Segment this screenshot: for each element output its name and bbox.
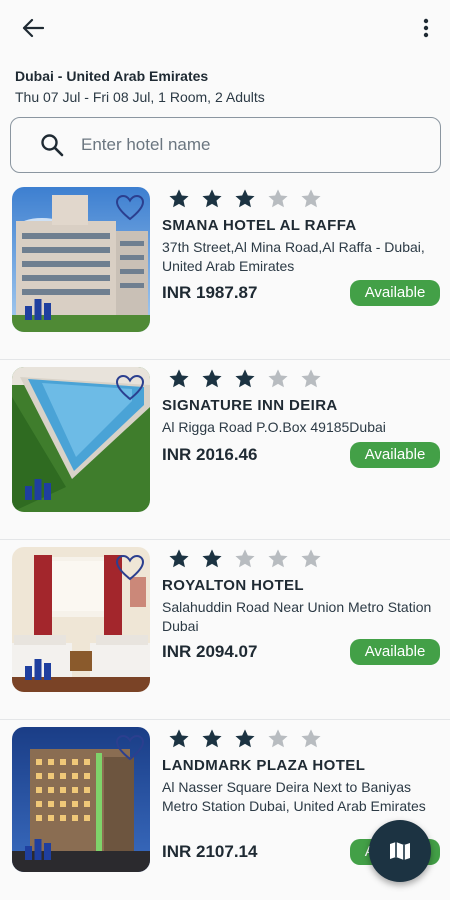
hotel-price: INR 2094.07	[162, 642, 258, 661]
hotel-address: Al Nasser Square Deira Next to Baniyas M…	[162, 779, 426, 814]
star-filled-icon	[169, 369, 189, 388]
star-rating	[168, 728, 333, 750]
bar-chart-icon	[25, 659, 51, 680]
star-rating	[168, 368, 333, 390]
destination-label: Dubai - United Arab Emirates	[15, 68, 209, 84]
hotel-name: SIGNATURE INN DEIRA	[162, 397, 338, 414]
more-options-button[interactable]	[416, 14, 436, 42]
star-filled-icon	[202, 549, 222, 568]
star-filled-icon	[235, 729, 255, 748]
hotel-price: INR 2016.46	[162, 445, 258, 464]
favorite-heart-icon[interactable]	[116, 555, 144, 581]
top-app-bar	[0, 0, 450, 56]
search-summary: Dubai - United Arab Emirates Thu 07 Jul …	[15, 67, 435, 108]
hotel-address: Salahuddin Road Near Union Metro Station…	[162, 599, 432, 634]
hotel-photo[interactable]	[12, 187, 150, 332]
bar-chart-icon	[25, 479, 51, 500]
hotel-price: INR 2107.14	[162, 842, 258, 861]
star-filled-icon	[169, 549, 189, 568]
star-empty-icon	[301, 189, 321, 208]
map-icon	[390, 842, 410, 860]
availability-badge: Available	[350, 639, 440, 665]
availability-badge: Available	[350, 442, 440, 468]
stay-details-label: Thu 07 Jul - Fri 08 Jul, 1 Room, 2 Adult…	[15, 89, 265, 105]
star-filled-icon	[169, 729, 189, 748]
star-filled-icon	[202, 369, 222, 388]
map-view-button[interactable]	[369, 820, 431, 882]
hotel-name-input[interactable]	[81, 135, 401, 155]
star-empty-icon	[268, 369, 288, 388]
hotel-card[interactable]: ROYALTON HOTEL Salahuddin Road Near Unio…	[0, 540, 450, 720]
star-rating	[168, 548, 333, 570]
hotel-search-box[interactable]	[10, 117, 441, 173]
hotel-name: ROYALTON HOTEL	[162, 577, 304, 594]
more-vertical-icon	[423, 18, 429, 38]
hotel-price: INR 1987.87	[162, 283, 258, 302]
favorite-heart-icon[interactable]	[116, 195, 144, 221]
star-filled-icon	[235, 189, 255, 208]
hotel-photo[interactable]	[12, 547, 150, 692]
hotel-photo[interactable]	[12, 367, 150, 512]
favorite-heart-icon[interactable]	[116, 735, 144, 761]
star-empty-icon	[268, 729, 288, 748]
hotel-address: Al Rigga Road P.O.Box 49185Dubai	[162, 419, 386, 435]
bar-chart-icon	[25, 839, 51, 860]
star-empty-icon	[301, 549, 321, 568]
bar-chart-icon	[25, 299, 51, 320]
hotel-card[interactable]: SIGNATURE INN DEIRA Al Rigga Road P.O.Bo…	[0, 360, 450, 540]
back-button[interactable]	[18, 14, 48, 42]
star-empty-icon	[268, 549, 288, 568]
hotel-photo[interactable]	[12, 727, 150, 872]
star-empty-icon	[235, 549, 255, 568]
star-empty-icon	[268, 189, 288, 208]
favorite-heart-icon[interactable]	[116, 375, 144, 401]
search-icon	[39, 132, 65, 158]
hotel-name: SMANA HOTEL AL RAFFA	[162, 217, 357, 234]
star-empty-icon	[301, 729, 321, 748]
hotel-card[interactable]: SMANA HOTEL AL RAFFA 37th Street,Al Mina…	[0, 180, 450, 360]
star-filled-icon	[202, 729, 222, 748]
star-rating	[168, 188, 333, 210]
star-empty-icon	[301, 369, 321, 388]
availability-badge: Available	[350, 280, 440, 306]
arrow-left-icon	[22, 18, 44, 38]
star-filled-icon	[202, 189, 222, 208]
hotel-name: LANDMARK PLAZA HOTEL	[162, 757, 366, 774]
star-filled-icon	[169, 189, 189, 208]
star-filled-icon	[235, 369, 255, 388]
hotel-address: 37th Street,Al Mina Road,Al Raffa - Duba…	[162, 239, 425, 274]
